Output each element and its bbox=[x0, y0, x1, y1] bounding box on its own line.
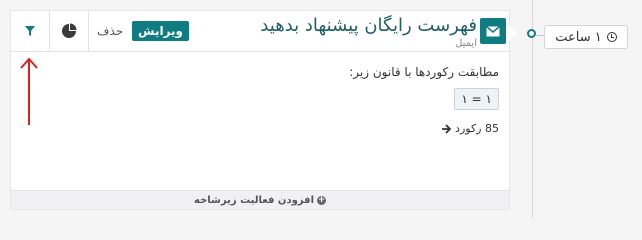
filter-tab[interactable] bbox=[11, 11, 50, 51]
add-child-activity-label: افزودن فعالیت زیرشاخه bbox=[194, 194, 315, 206]
edit-button[interactable]: ویرایش bbox=[132, 21, 190, 41]
card-header: حذف ویرایش فهرست رایگان پیشنهاد بدهید ای… bbox=[11, 11, 509, 52]
condition-domain[interactable]: ۱ = ۱ bbox=[454, 88, 499, 110]
condition-description: مطابقت رکوردها با قانون زیر: bbox=[349, 65, 499, 79]
activity-title: فهرست رایگان پیشنهاد بدهید bbox=[260, 15, 477, 36]
records-count: 85 رکورد bbox=[455, 122, 499, 135]
add-child-activity-button[interactable]: + افزودن فعالیت زیرشاخه bbox=[11, 190, 509, 209]
activity-card: حذف ویرایش فهرست رایگان پیشنهاد بدهید ای… bbox=[10, 10, 510, 210]
arrow-right-icon bbox=[442, 123, 452, 134]
mail-icon bbox=[480, 18, 506, 44]
pie-chart-icon bbox=[62, 23, 77, 38]
records-count-link[interactable]: 85 رکورد bbox=[441, 122, 499, 135]
stats-tab[interactable] bbox=[50, 11, 89, 51]
trigger-interval-button[interactable]: ۱ ساعت bbox=[544, 25, 628, 49]
activity-type: ایمیل bbox=[455, 38, 477, 49]
trigger-label: ۱ ساعت bbox=[555, 29, 602, 45]
delete-link[interactable]: حذف bbox=[97, 24, 123, 38]
annotation-arrow-icon bbox=[20, 57, 38, 125]
clock-icon bbox=[606, 32, 617, 42]
timeline-node bbox=[527, 29, 536, 38]
card-pointer bbox=[508, 24, 517, 42]
timeline-connector bbox=[536, 35, 544, 36]
plus-circle-icon: + bbox=[317, 194, 327, 205]
filter-icon bbox=[25, 26, 35, 36]
